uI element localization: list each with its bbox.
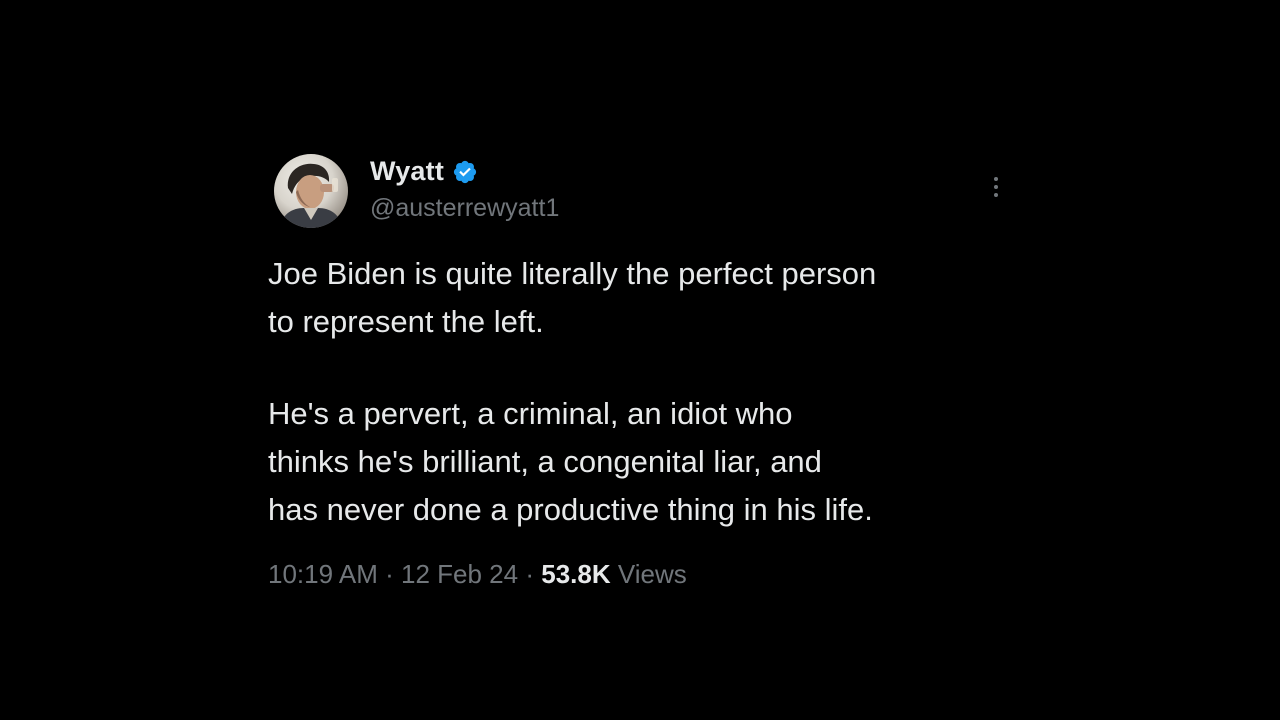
avatar[interactable] [274, 154, 348, 228]
tweet-text: Joe Biden is quite literally the perfect… [268, 250, 1028, 534]
author-handle[interactable]: @austerrewyatt1 [370, 194, 559, 223]
more-options-icon[interactable] [986, 172, 1006, 202]
tweet-time[interactable]: 10:19 AM [268, 559, 378, 589]
views-count[interactable]: 53.8K [541, 559, 610, 589]
tweet-meta: 10:19 AM · 12 Feb 24 · 53.8K Views [268, 559, 1028, 590]
tweet-card: Wyatt @austerrewyatt1 Joe Biden is quite… [268, 150, 1028, 590]
tweet-paragraph: He's a pervert, a criminal, an idiot who… [268, 390, 1028, 534]
meta-separator: · [525, 559, 534, 589]
more-dot [994, 185, 998, 189]
more-dot [994, 177, 998, 181]
display-name[interactable]: Wyatt [370, 156, 444, 187]
tweet-line: He's a pervert, a criminal, an idiot who [268, 396, 793, 431]
name-row: Wyatt [370, 156, 478, 187]
tweet-header: Wyatt @austerrewyatt1 [268, 150, 1028, 234]
tweet-date[interactable]: 12 Feb 24 [401, 559, 518, 589]
views-label: Views [617, 559, 687, 589]
profile-photo-icon [280, 163, 342, 228]
tweet-line: has never done a productive thing in his… [268, 492, 873, 527]
meta-separator: · [385, 559, 394, 589]
tweet-line: thinks he's brilliant, a congenital liar… [268, 444, 822, 479]
tweet-line: Joe Biden is quite literally the perfect… [268, 256, 877, 291]
tweet-paragraph: Joe Biden is quite literally the perfect… [268, 250, 1028, 346]
tweet-line: to represent the left. [268, 304, 544, 339]
verified-badge-icon[interactable] [452, 159, 478, 185]
more-dot [994, 193, 998, 197]
